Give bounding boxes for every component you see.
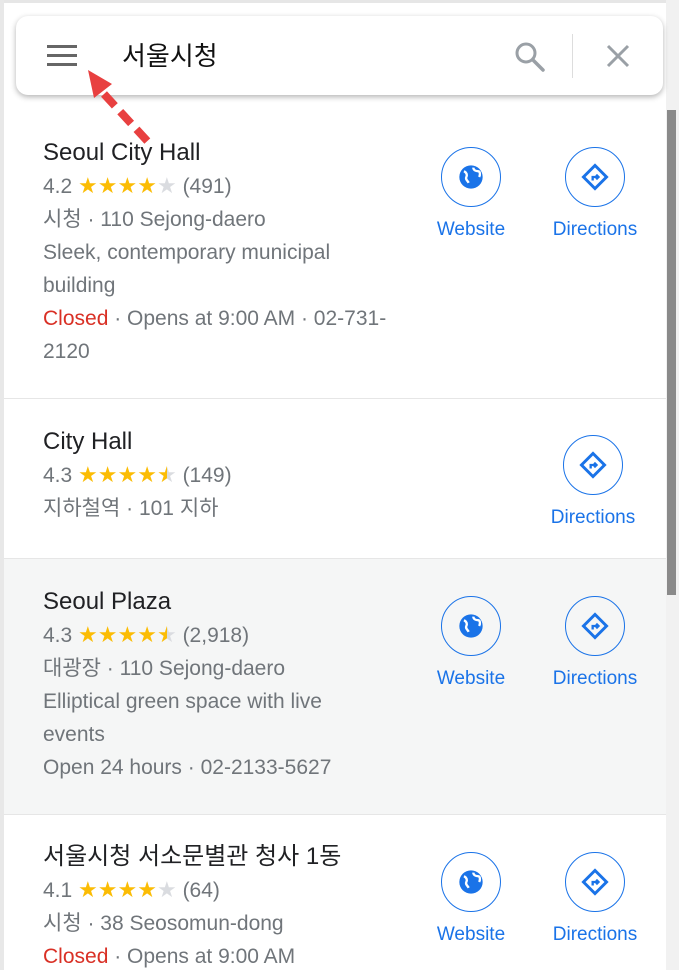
hours: · Opens at 9:00 AM [108,945,296,968]
directions-button[interactable]: Directions [535,852,655,946]
star-rating: ★★★★★ [78,877,177,902]
star-icon: ★ [98,618,118,651]
star-icon: ★ [157,169,177,202]
directions-icon [581,163,609,191]
result-info: Seoul City Hall 4.2 ★★★★★ (491) 시청 · 110… [43,135,388,368]
directions-label[interactable]: Directions [535,668,655,690]
star-icon: ★ [137,618,157,651]
category-address: 시청 · 110 Sejong-daero [43,208,266,231]
website-button[interactable]: Website [411,596,531,690]
star-icon: ★ [137,169,157,202]
star-icon: ★ [78,618,98,651]
star-icon: ★ [118,169,138,202]
star-icon: ★ [157,458,177,491]
globe-icon [459,614,483,638]
star-icon: ★ [98,169,118,202]
star-icon: ★ [78,169,98,202]
description: Elliptical green space with live events [43,690,322,746]
star-icon: ★ [98,458,118,491]
rating-value: 4.3 [43,624,73,647]
star-icon: ★ [78,873,98,906]
star-rating: ★★★★★ [78,462,177,487]
star-icon: ★ [137,873,157,906]
result-name[interactable]: 서울시청 서소문별관 청사 1동 [43,839,443,875]
menu-icon[interactable] [47,45,77,67]
directions-icon [579,451,607,479]
directions-button[interactable]: Directions [533,435,653,529]
star-icon: ★ [157,873,177,906]
review-count[interactable]: (149) [183,464,232,487]
directions-button[interactable]: Directions [535,147,655,241]
rating-line: 4.3 ★★★★★ (2,918) [43,618,388,652]
hours-phone: Open 24 hours · 02-2133-5627 [43,756,332,779]
search-icon[interactable] [513,40,547,74]
directions-button[interactable]: Directions [535,596,655,690]
result-item[interactable]: Seoul Plaza 4.3 ★★★★★ (2,918) 대광장 · 110 … [4,558,666,814]
result-info: 서울시청 서소문별관 청사 1동 4.1 ★★★★★ (64) 시청 · 38 … [43,839,443,973]
directions-icon [581,612,609,640]
rating-value: 4.1 [43,879,73,902]
result-name[interactable]: Seoul Plaza [43,584,388,620]
category-address: 지하철역 · 101 지하 [43,497,219,520]
result-item[interactable]: City Hall 4.3 ★★★★★ (149) 지하철역 · 101 지하 … [4,398,666,558]
rating-line: 4.3 ★★★★★ (149) [43,458,388,492]
star-rating: ★★★★★ [78,173,177,198]
star-icon: ★ [118,873,138,906]
result-info: Seoul Plaza 4.3 ★★★★★ (2,918) 대광장 · 110 … [43,584,388,784]
rating-line: 4.1 ★★★★★ (64) [43,873,443,907]
website-label[interactable]: Website [411,219,531,241]
star-icon: ★ [98,873,118,906]
globe-icon [459,165,483,189]
close-icon[interactable] [602,40,634,72]
rating-value: 4.2 [43,175,73,198]
status-closed: Closed [43,307,109,330]
result-item[interactable]: 서울시청 서소문별관 청사 1동 4.1 ★★★★★ (64) 시청 · 38 … [4,814,666,974]
review-count[interactable]: (64) [183,879,220,902]
star-icon: ★ [157,618,177,651]
website-button[interactable]: Website [411,852,531,946]
result-info: City Hall 4.3 ★★★★★ (149) 지하철역 · 101 지하 [43,424,388,525]
star-icon: ★ [118,458,138,491]
rating-line: 4.2 ★★★★★ (491) [43,169,388,203]
review-count[interactable]: (491) [183,175,232,198]
hours-line: Closed · Opens at 9:00 AM [43,940,443,973]
directions-label[interactable]: Directions [535,924,655,946]
globe-icon [459,870,483,894]
directions-icon [581,868,609,896]
directions-label[interactable]: Directions [535,219,655,241]
star-icon: ★ [118,618,138,651]
result-name[interactable]: City Hall [43,424,388,460]
category-address: 시청 · 38 Seosomun-dong [43,912,284,935]
description: Sleek, contemporary municipal building [43,241,331,297]
divider [572,34,573,78]
website-button[interactable]: Website [411,147,531,241]
star-icon: ★ [137,458,157,491]
hours-line: Closed · Opens at 9:00 AM · 02-731-2120 [43,302,388,368]
star-rating: ★★★★★ [78,622,177,647]
status-closed: Closed [43,945,109,968]
website-label[interactable]: Website [411,924,531,946]
website-label[interactable]: Website [411,668,531,690]
directions-label[interactable]: Directions [533,507,653,529]
scrollbar-thumb[interactable] [667,110,676,595]
annotation-arrow-icon [88,70,153,146]
star-icon: ★ [78,458,98,491]
category-address: 대광장 · 110 Sejong-daero [43,657,286,680]
rating-value: 4.3 [43,464,73,487]
review-count[interactable]: (2,918) [183,624,250,647]
